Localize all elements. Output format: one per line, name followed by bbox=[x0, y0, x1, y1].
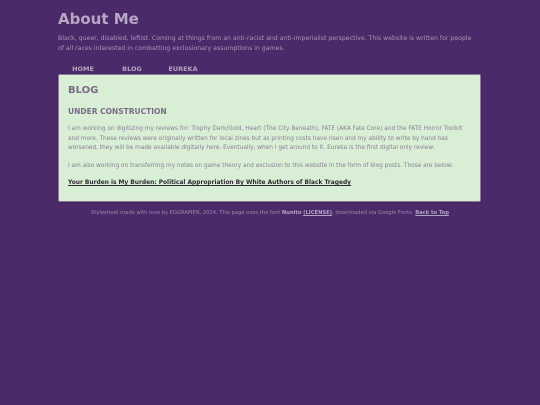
footer-font-name: Nunito bbox=[281, 210, 302, 216]
blog-post-link[interactable]: Your Burden is My Burden: Political Appr… bbox=[68, 180, 351, 186]
content-panel: BLOG UNDER CONSTRUCTION I am working on … bbox=[58, 74, 481, 202]
footer-credit-text: Stylesheet made with love by EGGRAMEN, 2… bbox=[91, 210, 281, 216]
page-heading: BLOG bbox=[68, 85, 99, 96]
site-footer: Stylesheet made with love by EGGRAMEN, 2… bbox=[0, 210, 540, 216]
back-to-top-link[interactable]: Back to Top bbox=[415, 210, 449, 216]
section-subheading: UNDER CONSTRUCTION bbox=[68, 107, 167, 116]
reviews-paragraph: I am working on digitizing my reviews fo… bbox=[68, 126, 463, 151]
notes-paragraph: I am also working on transferring my not… bbox=[68, 163, 454, 169]
license-link[interactable]: (LICENSE) bbox=[303, 210, 332, 216]
site-title: About Me bbox=[58, 10, 139, 28]
footer-download-text: , downloaded via Google Fonts. bbox=[332, 210, 414, 216]
page: About Me Black, queer, disabled, leftist… bbox=[0, 0, 540, 405]
site-tagline: Black, queer, disabled, leftist. Coming … bbox=[58, 35, 472, 52]
